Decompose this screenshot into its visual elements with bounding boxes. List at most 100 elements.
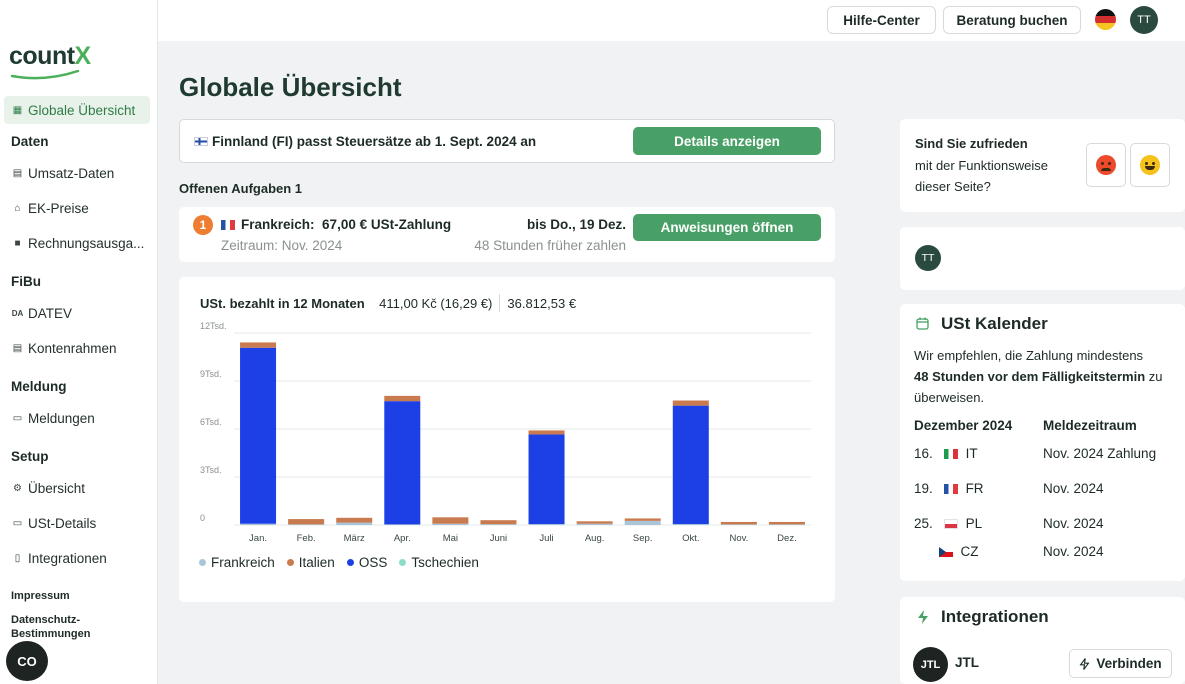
x-tick-label: Sep.: [633, 533, 653, 544]
bar-italien: [240, 342, 277, 348]
italy-flag-icon: [944, 449, 959, 459]
bar-oss: [528, 434, 565, 525]
bar-oss: [672, 405, 709, 525]
legend-label: Italien: [298, 555, 335, 570]
bar-frankreich: [720, 524, 757, 525]
book-icon: ■: [14, 237, 21, 249]
legend-item[interactable]: Italien: [286, 555, 335, 570]
x-tick-label: Dez.: [777, 533, 797, 544]
czech-flag-icon: [939, 547, 953, 557]
x-tick-label: Apr.: [394, 533, 411, 544]
legend-dot-icon: [286, 559, 294, 566]
legend-dot-icon: [399, 559, 407, 566]
bar-frankreich: [528, 524, 565, 525]
bar-oss: [384, 401, 421, 525]
bar-italien: [288, 519, 325, 525]
legend-label: OSS: [358, 555, 388, 570]
bar-frankreich: [432, 523, 469, 525]
angry-face-icon: [1096, 155, 1116, 175]
cookie-settings-button[interactable]: CO: [6, 641, 48, 681]
vat-calendar-card: USt Kalender Wir empfehlen, die Zahlung …: [900, 304, 1185, 581]
x-tick-label: Juni: [490, 533, 507, 544]
sidebar-item-rechnungsausgang[interactable]: ■ Rechnungsausga...: [4, 229, 150, 257]
bar-italien: [480, 520, 517, 525]
calendar-col-period: Meldezeitraum: [1043, 418, 1137, 433]
france-flag-icon: [944, 484, 959, 494]
x-tick-label: Okt.: [682, 533, 699, 544]
countx-logo[interactable]: countX: [9, 42, 91, 71]
task-due-date: bis Do., 19 Dez.: [526, 217, 626, 232]
sidebar-item-umsatz-daten[interactable]: ▤ Umsatz-Daten: [4, 159, 150, 187]
connect-button[interactable]: Verbinden: [1069, 649, 1172, 678]
bar-italien: [672, 400, 709, 406]
sidebar: countX ▦ Globale Übersicht Daten ▤ Umsatz-…: [0, 0, 158, 684]
datenschutz-link[interactable]: Datenschutz-Bestimmungen: [11, 613, 101, 641]
datev-icon: DA: [11, 308, 24, 318]
chart-card: USt. bezahlt in 12 Monaten 411,00 Kč (16…: [179, 277, 835, 602]
task-country: Frankreich:: [241, 217, 315, 232]
language-flag-de-icon[interactable]: [1095, 9, 1116, 30]
gear-icon: ⚙: [13, 482, 22, 494]
logo-swoosh-icon: [10, 70, 80, 80]
bar-italien: [528, 430, 565, 435]
help-center-button[interactable]: Hilfe-Center: [827, 6, 936, 34]
ledger-icon: ▤: [12, 342, 23, 354]
lightning-icon: [918, 610, 928, 624]
france-flag-icon: [221, 220, 235, 230]
legend-item[interactable]: Tschechien: [399, 555, 479, 570]
legend-item[interactable]: OSS: [346, 555, 388, 570]
smiley-face-icon: [1140, 155, 1160, 175]
sidebar-item-integrationen[interactable]: ▯ Integrationen: [4, 544, 150, 572]
x-tick-label: Feb.: [297, 533, 316, 544]
bar-italien: [768, 521, 805, 525]
legend-label: Tschechien: [411, 555, 479, 570]
bar-frankreich: [672, 524, 709, 525]
lightning-icon: [1079, 657, 1090, 670]
sidebar-item-ust-details[interactable]: ▭ USt-Details: [4, 509, 150, 537]
plug-icon: ▯: [14, 552, 21, 564]
sidebar-item-ek-preise[interactable]: ⌂ EK-Preise: [4, 194, 150, 222]
y-tick-label: 6Tsd.: [200, 417, 222, 427]
bar-frankreich: [624, 520, 661, 525]
happy-feedback-button[interactable]: [1130, 143, 1170, 187]
user-avatar[interactable]: TT: [1130, 6, 1158, 34]
impressum-link[interactable]: Impressum: [11, 589, 70, 603]
x-tick-label: Jan.: [249, 533, 267, 544]
y-tick-label: 3Tsd.: [200, 465, 222, 475]
sidebar-item-datev[interactable]: DA DATEV: [4, 299, 150, 327]
bar-oss: [240, 347, 277, 524]
legend-dot-icon: [346, 559, 354, 566]
x-tick-label: Aug.: [585, 533, 605, 544]
user-card-avatar[interactable]: TT: [915, 245, 941, 271]
bar-italien: [720, 521, 757, 525]
bar-italien: [624, 518, 661, 521]
task-amount: 67,00 € USt-Zahlung: [322, 217, 452, 232]
tag-icon: ⌂: [14, 202, 21, 214]
details-button[interactable]: Details anzeigen: [633, 127, 821, 155]
finland-flag-icon: [194, 137, 208, 146]
chart-legend: Frankreich Italien OSS Tschechien: [199, 555, 479, 570]
book-consultation-button[interactable]: Beratung buchen: [943, 6, 1081, 34]
bar-italien: [576, 521, 613, 524]
vat-bar-chart: 0 3Tsd. 6Tsd. 9Tsd. 12Tsd. Jan. Feb. März Apr. Ma…: [200, 321, 811, 544]
y-tick-label: 9Tsd.: [200, 369, 222, 379]
sidebar-item-meldungen[interactable]: ▭ Meldungen: [4, 404, 150, 432]
legend-item[interactable]: Frankreich: [199, 555, 275, 570]
unhappy-feedback-button[interactable]: [1086, 143, 1126, 187]
sidebar-item-uebersicht[interactable]: ⚙ Übersicht: [4, 474, 150, 502]
sidebar-item-globale-uebersicht[interactable]: ▦ Globale Übersicht: [4, 96, 150, 124]
integrations-title: Integrationen: [941, 607, 1049, 626]
y-tick-label: 12Tsd.: [200, 321, 227, 331]
user-card: TT: [900, 227, 1185, 290]
x-tick-label: Juli: [539, 533, 553, 544]
document-icon: ▤: [12, 167, 23, 179]
calendar-icon: [916, 317, 929, 330]
bar-frankreich: [576, 523, 613, 525]
bar-frankreich: [288, 524, 325, 525]
calendar-row: 16. IT: [914, 446, 978, 461]
sidebar-item-kontenrahmen[interactable]: ▤ Kontenrahmen: [4, 334, 150, 362]
calendar-row: 19. FR: [914, 481, 984, 496]
section-daten: Daten: [11, 134, 49, 149]
open-instructions-button[interactable]: Anweisungen öffnen: [633, 214, 821, 241]
bar-italien: [384, 395, 421, 402]
